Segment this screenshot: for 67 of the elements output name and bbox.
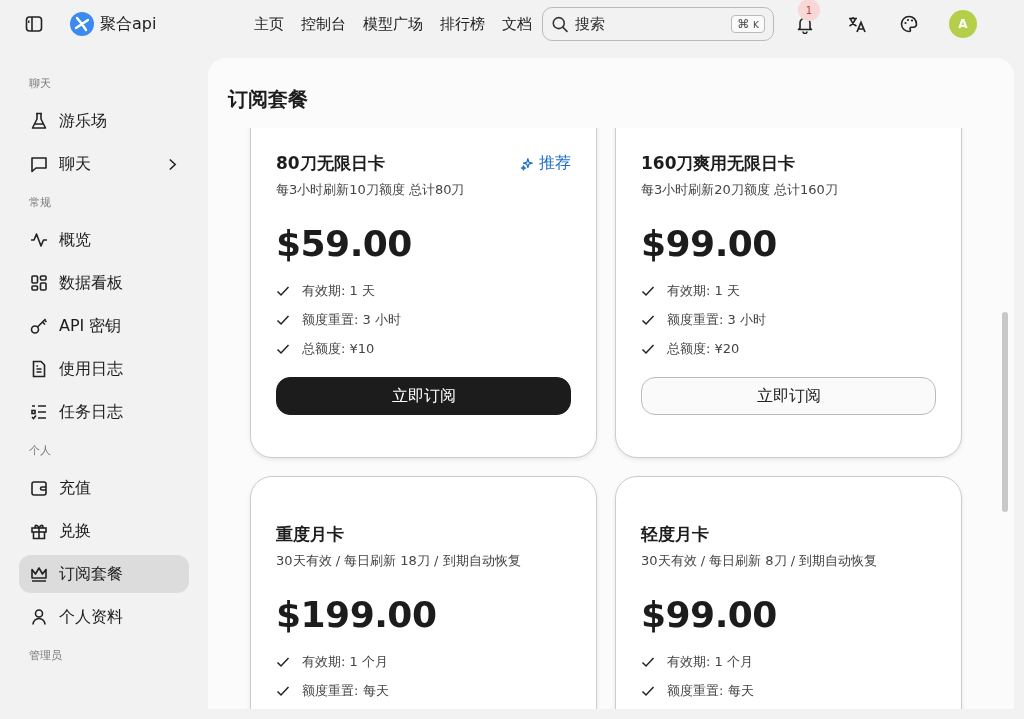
section-heading: 常规 (28, 195, 52, 211)
plan-price: $59.00 (276, 223, 413, 264)
search-icon (551, 14, 570, 34)
plan-feature: 总额度: ¥20 (667, 339, 740, 358)
nav-link[interactable]: 排行榜 (440, 14, 485, 34)
plan-feature: 额度重置: 每天 (302, 681, 389, 700)
key-icon (29, 316, 49, 336)
sidebar-item[interactable]: 充值 (19, 469, 189, 507)
section-heading: 聊天 (28, 76, 52, 92)
plan-feature: 有效期: 1 天 (302, 281, 375, 300)
nav-link[interactable]: 控制台 (301, 14, 346, 34)
plan-price: $199.00 (276, 594, 438, 635)
chat-icon (29, 154, 49, 174)
sparkle-icon (520, 156, 534, 171)
sidebar-item[interactable]: 使用日志 (19, 350, 189, 388)
page-title: 订阅套餐 (226, 86, 309, 113)
plan-feature: 总额度: ¥10 (302, 339, 375, 358)
plan-name: 160刀爽用无限日卡 (641, 152, 796, 175)
plan-feature: 有效期: 1 天 (667, 281, 740, 300)
flask-icon (29, 111, 49, 131)
plan-feature: 有效期: 1 个月 (302, 652, 388, 671)
crown-icon (29, 564, 49, 584)
recommended-label: 推荐 (539, 153, 571, 174)
sidebar-item[interactable]: 游乐场 (19, 102, 189, 140)
sidebar-item[interactable]: 兑换 (19, 512, 189, 550)
user-icon (29, 607, 49, 627)
pulse-icon (29, 230, 49, 250)
notification-count: 1 (798, 0, 820, 21)
plan-description: 每3小时刷新20刀额度 总计160刀 (641, 181, 839, 199)
nav-link[interactable]: 主页 (254, 14, 284, 34)
plan-name: 重度月卡 (276, 523, 344, 546)
plan-feature: 额度重置: 3 小时 (302, 310, 401, 329)
shortcut-hint: ⌘ K (731, 15, 765, 33)
subscribe-button[interactable]: 立即订阅 (276, 377, 571, 415)
plan-description: 每3小时刷新10刀额度 总计80刀 (276, 181, 466, 199)
plan-feature: 有效期: 1 个月 (667, 652, 753, 671)
plan-feature: 额度重置: 每天 (667, 681, 754, 700)
sidebar-toggle-icon[interactable] (24, 14, 44, 34)
logo-icon (70, 12, 94, 36)
plan-description: 30天有效 / 每日刷新 8刀 / 到期自动恢复 (641, 552, 879, 570)
section-heading: 管理员 (28, 648, 63, 664)
sidebar-item[interactable]: 订阅套餐 (19, 555, 189, 593)
wallet-icon (29, 478, 49, 498)
grid-icon (29, 273, 49, 293)
plan-price: $99.00 (641, 594, 778, 635)
search-input[interactable]: 搜索 (573, 14, 728, 34)
plan-feature: 额度重置: 3 小时 (667, 310, 766, 329)
sidebar-item[interactable]: 概览 (19, 221, 189, 259)
search-bar[interactable]: 搜索 ⌘ K (542, 7, 774, 41)
sidebar-item[interactable]: 聊天 (19, 145, 189, 183)
plan-description: 30天有效 / 每日刷新 18刀 / 到期自动恢复 (276, 552, 522, 570)
tasks-icon (29, 402, 49, 422)
plan-name: 轻度月卡 (641, 523, 709, 546)
nav-link[interactable]: 文档 (502, 14, 532, 34)
brand-name[interactable]: 聚合api (100, 13, 157, 35)
scrollbar-thumb[interactable] (1002, 312, 1008, 512)
subscribe-button[interactable]: 立即订阅 (641, 377, 936, 415)
sidebar-item[interactable]: 数据看板 (19, 264, 189, 302)
sidebar-item[interactable]: 任务日志 (19, 393, 189, 431)
translate-icon[interactable] (847, 14, 867, 34)
plan-price: $99.00 (641, 223, 778, 264)
sidebar-item[interactable]: 个人资料 (19, 598, 189, 636)
nav-link[interactable]: 模型广场 (363, 14, 423, 34)
sidebar-item[interactable]: API 密钥 (19, 307, 189, 345)
plan-name: 80刀无限日卡 (276, 152, 385, 175)
palette-icon[interactable] (899, 14, 919, 34)
section-heading: 个人 (28, 443, 52, 459)
